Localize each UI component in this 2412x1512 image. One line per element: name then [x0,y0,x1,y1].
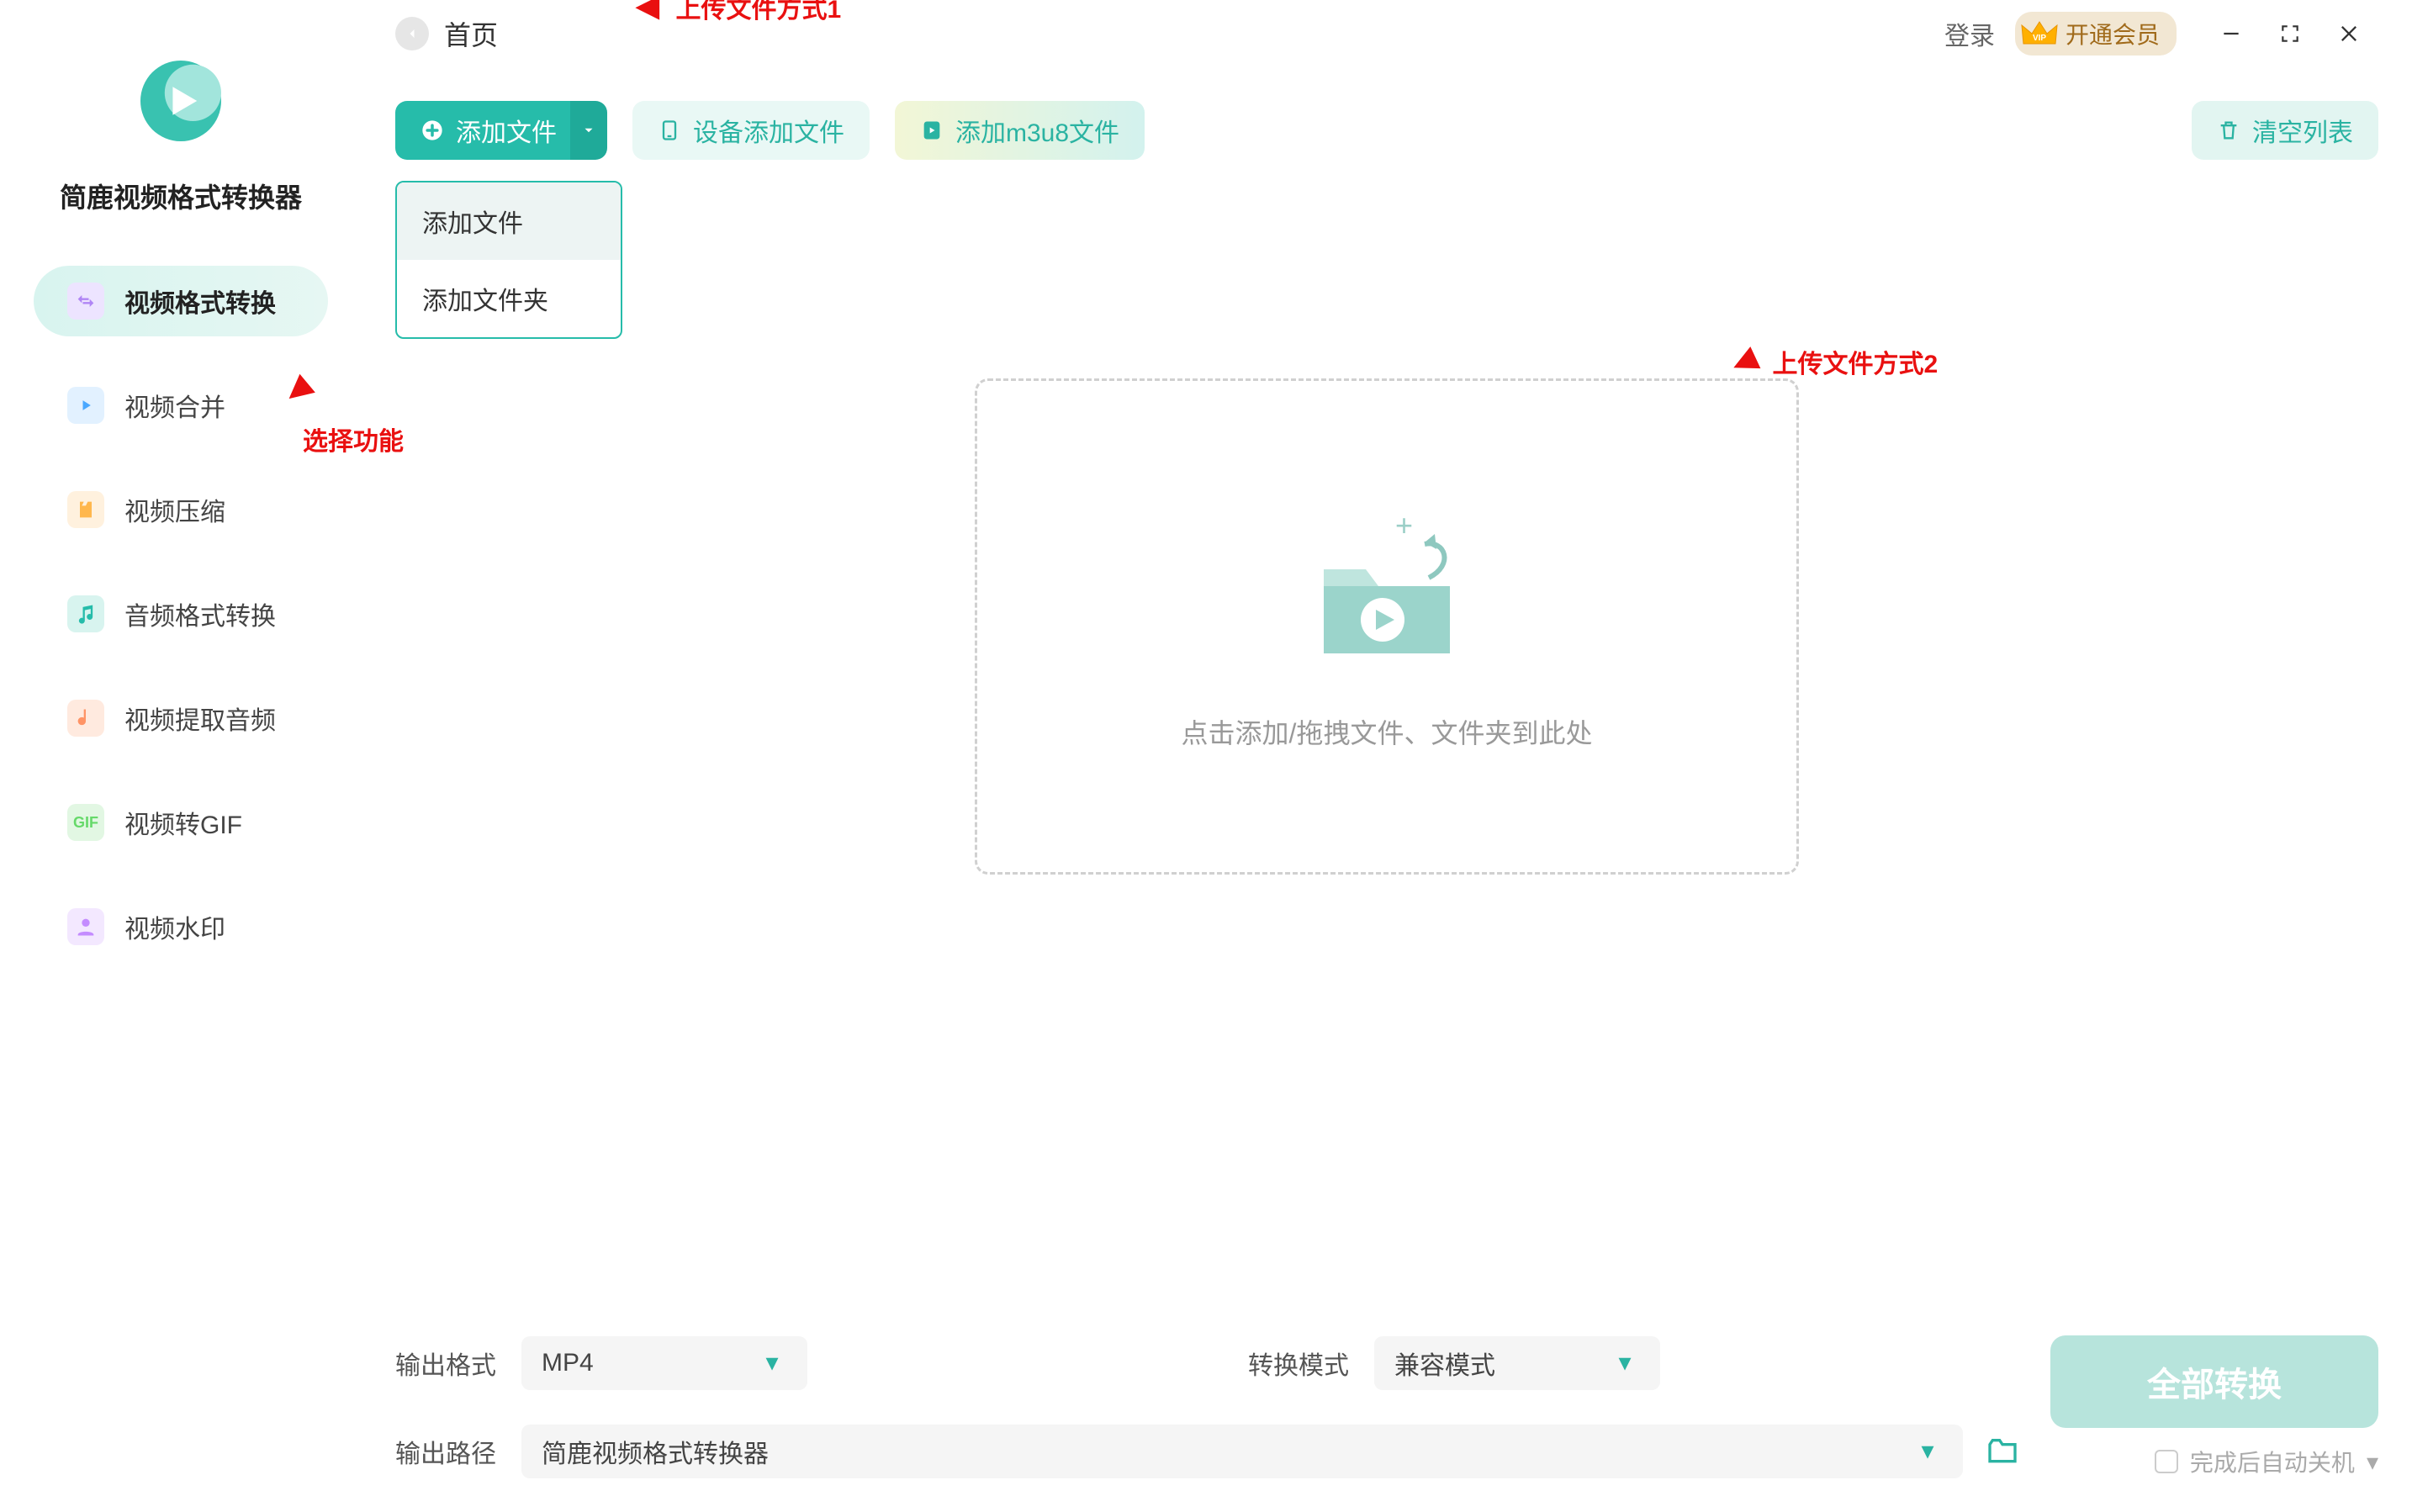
login-link[interactable]: 登录 [1944,15,1995,52]
sidebar-item-audio-convert[interactable]: 音频格式转换 [34,579,328,649]
video-file-icon [920,119,944,142]
nav: 视频格式转换 视频合并 视频压缩 音频格式转换 视频提取音频 [0,266,362,962]
sidebar-item-label: 音频格式转换 [124,595,276,632]
app-title: 简鹿视频格式转换器 [60,177,302,215]
output-path-label: 输出路径 [395,1433,496,1470]
audio-convert-icon [67,595,104,632]
device-add-label: 设备添加文件 [693,112,844,149]
maximize-button[interactable] [2261,4,2319,63]
caret-down-icon: ▾ [757,1348,787,1377]
add-file-button[interactable]: 添加文件 [395,101,582,160]
device-icon [658,119,681,142]
trash-icon [2217,119,2240,142]
auto-shutdown-label: 完成后自动关机 [2190,1445,2355,1478]
crown-icon: VIP [2020,19,2059,49]
sidebar-item-label: 视频格式转换 [124,283,276,320]
plus-circle-icon [421,119,444,142]
bottom-bar: 输出格式 MP4 ▾ 转换模式 兼容模式 ▾ 全部转换 完成后自动关机 ▾ 输出… [362,1302,2412,1512]
output-format-label: 输出格式 [395,1345,496,1382]
back-button[interactable] [395,17,429,50]
caret-down-icon: ▾ [1610,1348,1640,1377]
output-format-select[interactable]: MP4 ▾ [521,1336,807,1390]
topbar: 首页 登录 VIP 开通会员 [362,0,2412,67]
convert-mode-label: 转换模式 [1248,1345,1349,1382]
dropzone-text: 点击添加/拖拽文件、文件夹到此处 [1182,712,1593,751]
vip-button[interactable]: VIP 开通会员 [2015,12,2177,56]
caret-down-icon [581,123,596,138]
breadcrumb-home: 首页 [444,14,498,53]
convert-all-label: 全部转换 [2147,1357,2282,1406]
convert-icon [67,283,104,320]
svg-text:VIP: VIP [2033,34,2046,43]
folder-upload-icon: + [1299,502,1475,670]
sidebar: 简鹿视频格式转换器 视频格式转换 视频合并 视频压缩 音频格式转换 [0,0,362,1512]
dropzone[interactable]: + 点击添加/拖拽文件、文件夹到此处 [975,378,1799,875]
sidebar-item-label: 视频转GIF [124,804,242,841]
content-area: + 点击添加/拖拽文件、文件夹到此处 ◄ 上传文件方式1 ◄ 上传文件方式2 [362,160,2412,1302]
device-add-button[interactable]: 设备添加文件 [632,101,870,160]
output-path-select[interactable]: 简鹿视频格式转换器 ▾ [521,1425,1963,1478]
m3u8-add-label: 添加m3u8文件 [955,112,1119,149]
vip-label: 开通会员 [2066,17,2160,50]
sidebar-item-extract-audio[interactable]: 视频提取音频 [34,683,328,753]
open-folder-button[interactable] [1980,1429,2025,1474]
watermark-icon [67,908,104,945]
checkbox-icon [2155,1450,2178,1473]
output-format-value: MP4 [542,1349,594,1377]
merge-icon [67,387,104,424]
m3u8-add-button[interactable]: 添加m3u8文件 [895,101,1145,160]
folder-icon [1986,1435,2019,1468]
caret-down-icon: ▾ [2367,1448,2378,1476]
convert-mode-value: 兼容模式 [1394,1345,1495,1382]
auto-shutdown-toggle[interactable]: 完成后自动关机 ▾ [2155,1445,2378,1478]
clear-list-button[interactable]: 清空列表 [2192,101,2378,160]
sidebar-item-label: 视频水印 [124,908,225,945]
add-file-label: 添加文件 [456,112,557,149]
minimize-button[interactable] [2202,4,2261,63]
annotation-upload2: ◄ 上传文件方式2 [1724,341,1938,382]
svg-text:+: + [1395,508,1413,542]
sidebar-item-label: 视频提取音频 [124,700,276,737]
close-button[interactable] [2319,4,2378,63]
extract-audio-icon [67,700,104,737]
sidebar-item-gif[interactable]: GIF 视频转GIF [34,787,328,858]
compress-icon [67,491,104,528]
sidebar-item-merge[interactable]: 视频合并 [34,370,328,441]
gif-icon: GIF [67,804,104,841]
output-path-value: 简鹿视频格式转换器 [542,1433,769,1470]
main: 首页 登录 VIP 开通会员 添加文件 [362,0,2412,1512]
clear-list-label: 清空列表 [2252,112,2353,149]
sidebar-item-label: 视频合并 [124,387,225,424]
caret-down-icon: ▾ [1912,1436,1943,1466]
app-logo [130,50,231,151]
add-file-dropdown-toggle[interactable] [570,101,607,160]
sidebar-item-compress[interactable]: 视频压缩 [34,474,328,545]
sidebar-item-label: 视频压缩 [124,491,225,528]
convert-mode-select[interactable]: 兼容模式 ▾ [1374,1336,1660,1390]
sidebar-item-video-convert[interactable]: 视频格式转换 [34,266,328,336]
convert-all-button[interactable]: 全部转换 [2050,1335,2378,1428]
sidebar-item-watermark[interactable]: 视频水印 [34,891,328,962]
toolbar: 添加文件 设备添加文件 添加m3u8文件 清空列表 添加文件 添加文件夹 [362,67,2412,160]
